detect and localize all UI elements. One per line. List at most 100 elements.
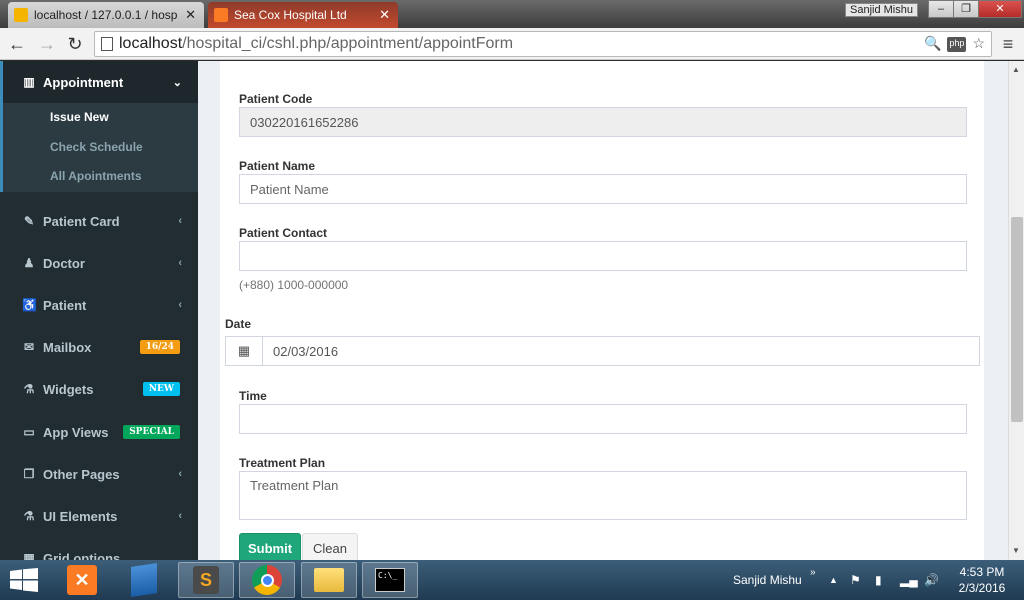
chrome-taskbar-icon[interactable] — [239, 562, 295, 598]
sidebar-item-appointment[interactable]: ▥ Appointment ⌄ — [0, 61, 198, 103]
minimize-button[interactable]: ‒ — [928, 0, 954, 18]
sidebar-subitem-all-appointments[interactable]: All Apointments — [3, 162, 198, 192]
patient-contact-help: (+880) 1000-000000 — [239, 278, 349, 292]
tab-title: Sea Cox Hospital Ltd — [234, 8, 347, 22]
sidebar-item-label: App Views — [43, 424, 109, 440]
bar-chart-icon: ▥ — [23, 75, 35, 89]
sidebar-item-other-pages[interactable]: ❐ Other Pages ‹ — [0, 453, 198, 495]
address-bar[interactable]: localhost/hospital_ci/cshl.php/appointme… — [94, 31, 992, 57]
close-tab-icon[interactable]: ✕ — [379, 7, 390, 23]
chevron-double-right-icon[interactable]: » — [810, 552, 816, 592]
close-window-button[interactable]: ✕ — [978, 0, 1022, 18]
tab-hospital[interactable]: Sea Cox Hospital Ltd ✕ — [208, 2, 398, 28]
profile-name[interactable]: Sanjid Mishu — [845, 3, 918, 17]
appointment-form: Patient Code 030220161652286 Patient Nam… — [220, 61, 984, 560]
sidebar-item-ui-elements[interactable]: ⚗ UI Elements ‹ — [0, 495, 198, 537]
tab-phpmyadmin[interactable]: localhost / 127.0.0.1 / hosp ✕ — [8, 2, 204, 28]
scrollbar-thumb[interactable] — [1011, 217, 1023, 422]
sidebar-item-mailbox[interactable]: ✉ Mailbox 16/24 — [0, 326, 198, 368]
sidebar-item-label: Mailbox — [43, 339, 92, 355]
tray-user-name[interactable]: Sanjid Mishu — [733, 560, 802, 600]
command-prompt-taskbar-icon[interactable]: C:\_ — [362, 562, 418, 598]
page-viewport: ▥ Appointment ⌄ Issue New Check Schedule… — [0, 61, 1024, 560]
sidebar-item-label: Appointment — [43, 74, 124, 90]
page-icon — [101, 37, 113, 51]
patient-name-field[interactable]: Patient Name — [239, 174, 967, 204]
patient-code-field[interactable]: 030220161652286 — [239, 107, 967, 137]
patient-code-label: Patient Code — [239, 92, 313, 106]
sidebar-item-label: Patient — [43, 297, 87, 313]
tab-title: localhost / 127.0.0.1 / hosp — [34, 8, 178, 22]
sidebar-item-patient-card[interactable]: ✎ Patient Card ‹ — [0, 200, 198, 242]
sidebar-submenu: Issue New Check Schedule All Apointments — [0, 103, 198, 192]
app-views-badge: SPECIAL — [123, 425, 180, 439]
sidebar-item-grid-options[interactable]: ▦ Grid options — [0, 537, 198, 561]
patient-contact-label: Patient Contact — [239, 226, 328, 240]
chevron-left-icon: ‹ — [178, 215, 182, 227]
time-field[interactable] — [239, 404, 967, 434]
maximize-button[interactable]: ❐ — [953, 0, 979, 18]
reload-icon[interactable]: ↻ — [64, 33, 86, 55]
browser-tab-strip: localhost / 127.0.0.1 / hosp ✕ Sea Cox H… — [0, 0, 1024, 28]
menu-icon[interactable]: ≡ — [998, 33, 1018, 55]
url-path: /hospital_ci/cshl.php/appointment/appoin… — [182, 35, 514, 52]
sidebar-subitem-check-schedule[interactable]: Check Schedule — [3, 133, 198, 163]
chevron-left-icon: ‹ — [178, 510, 182, 522]
user-md-icon: ♟ — [23, 256, 35, 270]
calendar-icon[interactable]: ▦ — [225, 336, 263, 366]
php-extension-icon[interactable]: php — [947, 37, 967, 52]
forward-arrow-icon[interactable]: → — [36, 33, 58, 55]
sidebar-item-app-views[interactable]: ▭ App Views SPECIAL — [0, 411, 198, 453]
submit-button[interactable]: Submit — [239, 533, 301, 560]
sidebar-item-label: Patient Card — [43, 213, 120, 229]
treatment-plan-textarea[interactable]: Treatment Plan — [239, 471, 967, 520]
sidebar: ▥ Appointment ⌄ Issue New Check Schedule… — [0, 61, 198, 560]
patient-name-label: Patient Name — [239, 159, 316, 173]
flask-icon: ⚗ — [23, 509, 35, 523]
sidebar-item-label: Doctor — [43, 255, 85, 271]
clock-time: 4:53 PM — [959, 565, 1005, 579]
treatment-plan-label: Treatment Plan — [239, 456, 326, 470]
network-icon[interactable]: ▂▄ — [900, 560, 918, 600]
sidebar-item-doctor[interactable]: ♟ Doctor ‹ — [0, 242, 198, 284]
file-explorer-taskbar-icon[interactable] — [116, 562, 172, 598]
windows-start-icon[interactable] — [10, 568, 38, 592]
sublime-text-taskbar-icon[interactable]: S — [178, 562, 234, 598]
clean-button[interactable]: Clean — [302, 533, 358, 560]
bookmark-star-icon[interactable]: ☆ — [972, 35, 985, 52]
volume-icon[interactable]: 🔊 — [924, 560, 939, 600]
folder-taskbar-icon[interactable] — [301, 562, 357, 598]
envelope-icon: ✉ — [23, 340, 35, 354]
close-tab-icon[interactable]: ✕ — [185, 7, 196, 23]
scroll-down-icon[interactable]: ▼ — [1012, 546, 1020, 555]
sidebar-item-label: Grid options — [43, 550, 121, 561]
date-label: Date — [225, 317, 252, 331]
show-hidden-icons-icon[interactable]: ▲ — [829, 560, 838, 600]
sidebar-item-widgets[interactable]: ⚗ Widgets NEW — [0, 368, 198, 410]
sidebar-item-label: Widgets — [43, 381, 94, 397]
back-arrow-icon[interactable]: ← — [6, 33, 28, 55]
xampp-taskbar-icon[interactable]: ✕ — [54, 562, 110, 598]
flask-icon: ⚗ — [23, 382, 35, 396]
url-host: localhost — [119, 35, 183, 52]
sidebar-subitem-issue-new[interactable]: Issue New — [3, 103, 198, 133]
date-field[interactable]: 02/03/2016 — [262, 336, 980, 366]
clock-date: 2/3/2016 — [958, 581, 1006, 595]
sidebar-item-patient[interactable]: ♿ Patient ‹ — [0, 284, 198, 326]
windows-taskbar: ✕ S C:\_ Sanjid Mishu » ▲ ⚑ ▮ ▂▄ 🔊 4:53 … — [0, 560, 1024, 600]
sidebar-item-label: UI Elements — [43, 508, 118, 524]
scroll-up-icon[interactable]: ▲ — [1012, 65, 1020, 74]
sidebar-item-label: Other Pages — [43, 466, 120, 482]
zoom-search-icon[interactable]: 🔍 — [924, 35, 941, 52]
phpmyadmin-favicon-icon — [14, 8, 28, 22]
system-clock[interactable]: 4:53 PM 2/3/2016 — [950, 564, 1014, 596]
chevron-left-icon: ‹ — [178, 299, 182, 311]
action-center-flag-icon[interactable]: ⚑ — [850, 560, 861, 600]
main-content: Patient Code 030220161652286 Patient Nam… — [198, 61, 988, 560]
files-icon: ❐ — [23, 467, 35, 481]
wheelchair-icon: ♿ — [22, 298, 37, 312]
chevron-left-icon: ‹ — [178, 468, 182, 480]
power-icon[interactable]: ▮ — [875, 560, 882, 600]
patient-contact-field[interactable] — [239, 241, 967, 271]
page-scrollbar[interactable]: ▲ ▼ — [1008, 61, 1024, 560]
